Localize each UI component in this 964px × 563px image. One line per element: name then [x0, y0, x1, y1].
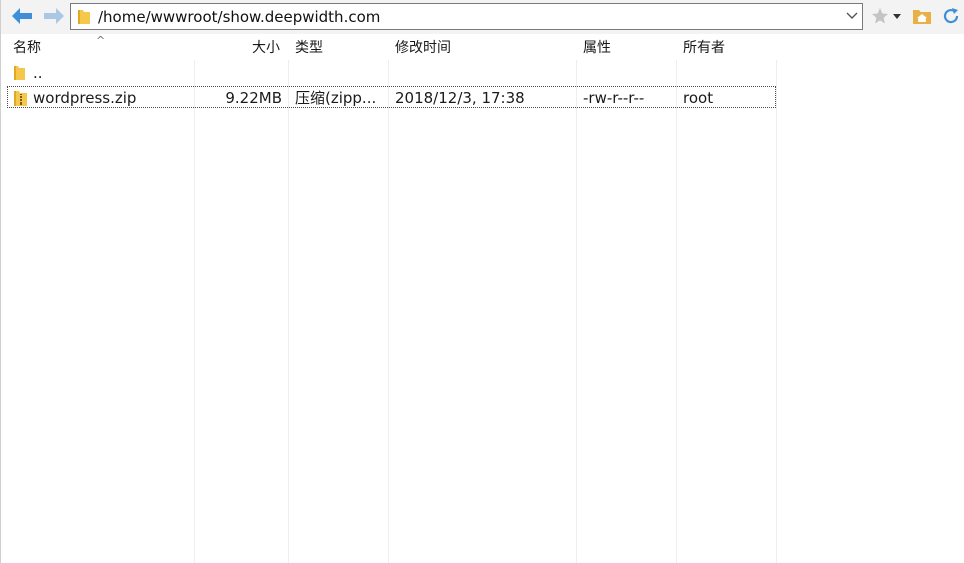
back-button[interactable]	[9, 4, 35, 28]
column-header-attributes[interactable]: 属性	[583, 34, 611, 60]
folder-icon	[78, 10, 90, 24]
refresh-button[interactable]	[938, 4, 964, 28]
address-bar[interactable]: /home/wwwroot/show.deepwidth.com	[70, 3, 863, 30]
file-size: 9.22MB	[225, 89, 282, 107]
forward-button[interactable]	[41, 4, 67, 28]
file-modified: 2018/12/3, 17:38	[395, 89, 525, 107]
column-header-owner[interactable]: 所有者	[683, 34, 725, 60]
column-header-type[interactable]: 类型	[295, 34, 323, 60]
column-header-modified[interactable]: 修改时间	[395, 34, 451, 60]
file-attributes: -rw-r--r--	[583, 89, 645, 107]
caret-down-icon	[893, 14, 901, 19]
file-name: ..	[33, 64, 43, 82]
sort-ascending-icon: ^	[96, 34, 106, 47]
parent-directory-row[interactable]: ..	[7, 62, 776, 84]
file-name: wordpress.zip	[33, 89, 137, 107]
column-divider	[194, 34, 195, 563]
column-divider	[576, 34, 577, 563]
file-owner: root	[683, 89, 714, 107]
file-list-header: ^ 名称 大小 类型 修改时间 属性 所有者	[2, 34, 964, 60]
file-row[interactable]: wordpress.zip 9.22MB 压缩(zipp... 2018/12/…	[7, 86, 776, 108]
folder-icon	[14, 66, 25, 80]
address-text[interactable]: /home/wwwroot/show.deepwidth.com	[98, 8, 380, 26]
column-divider	[288, 34, 289, 563]
column-header-size[interactable]: 大小	[252, 34, 280, 60]
file-browser-window: /home/wwwroot/show.deepwidth.com ^ 名称 大小…	[0, 0, 964, 563]
back-arrow-icon	[12, 8, 32, 24]
file-type: 压缩(zipp...	[295, 89, 377, 107]
column-header-name[interactable]: 名称	[13, 34, 41, 60]
column-divider	[676, 34, 677, 563]
bookmark-dropdown-button[interactable]	[890, 10, 904, 24]
column-divider	[776, 34, 777, 563]
forward-arrow-icon	[44, 8, 64, 24]
chevron-down-icon[interactable]	[846, 12, 858, 20]
home-folder-icon	[913, 10, 931, 24]
refresh-icon	[943, 8, 959, 24]
home-button[interactable]	[909, 4, 935, 28]
star-icon	[872, 8, 888, 24]
column-divider	[388, 34, 389, 563]
navigation-toolbar: /home/wwwroot/show.deepwidth.com	[1, 0, 964, 34]
zip-archive-icon	[14, 91, 27, 106]
